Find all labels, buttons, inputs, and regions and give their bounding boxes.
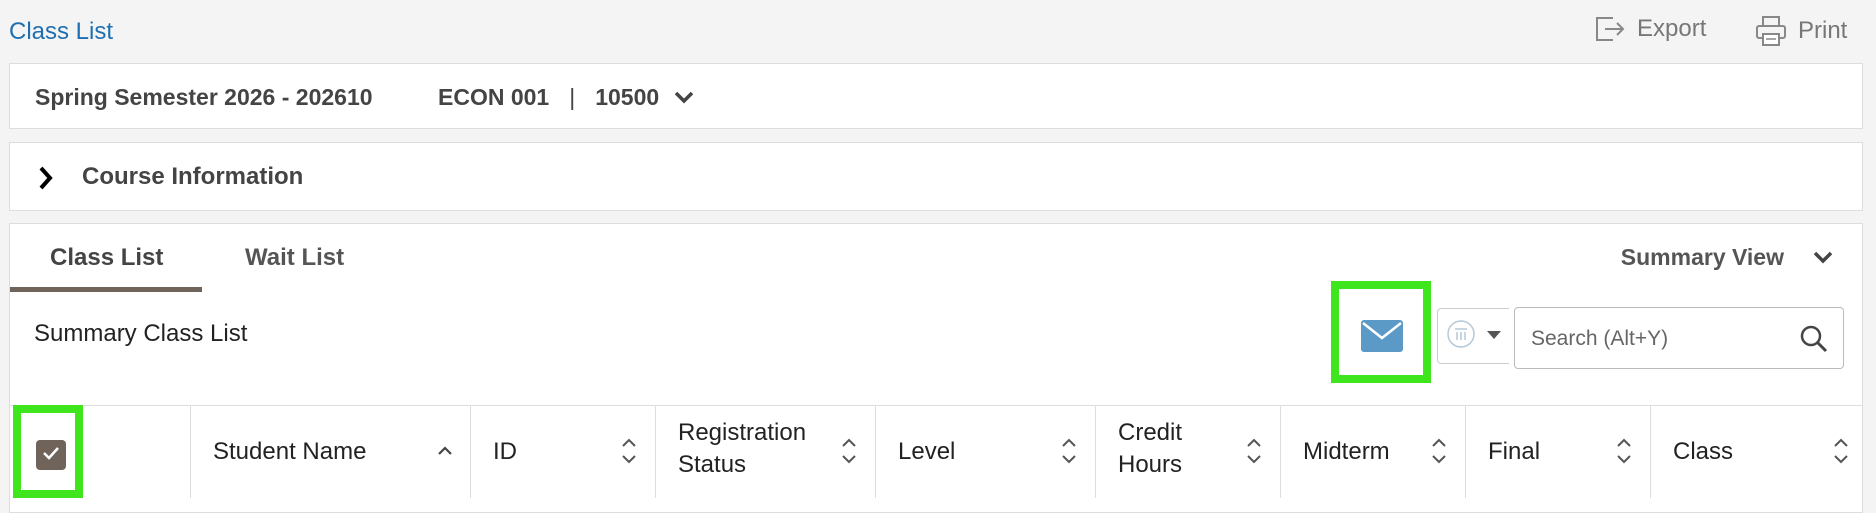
sort-icon — [1061, 436, 1077, 471]
breadcrumb-class-list[interactable]: Class List — [9, 18, 113, 46]
caret-down-icon — [1486, 327, 1502, 345]
course-crn: 10500 — [595, 84, 660, 110]
column-header-credit-hours[interactable]: Credit Hours — [1095, 406, 1280, 498]
print-label: Print — [1798, 17, 1848, 44]
search-input[interactable] — [1529, 320, 1783, 358]
term-label: Spring Semester 2026 - 202610 — [35, 84, 373, 110]
chevron-down-icon — [1812, 244, 1834, 271]
chevron-down-icon — [673, 84, 695, 111]
term-panel: Spring Semester 2026 - 202610 ECON 001 | 1… — [9, 63, 1863, 129]
course-selector[interactable]: ECON 001 | 10500 — [438, 84, 695, 111]
course-separator: | — [569, 84, 576, 110]
chevron-right-icon — [36, 165, 56, 196]
column-header-id[interactable]: ID — [470, 406, 655, 498]
top-bar: Class List Export Print — [0, 0, 1876, 62]
column-header-final[interactable]: Final — [1465, 406, 1650, 498]
select-all-checkbox[interactable] — [36, 440, 66, 470]
select-all-cell — [13, 405, 83, 498]
column-label: Credit Hours — [1118, 417, 1182, 481]
print-button[interactable]: Print — [1754, 14, 1847, 48]
course-information-panel[interactable]: Course Information — [9, 142, 1863, 211]
sort-icon — [621, 436, 637, 471]
column-label-line1: Credit — [1118, 419, 1183, 446]
column-label: Midterm — [1303, 438, 1390, 465]
column-label: ID — [493, 438, 517, 465]
envelope-icon — [1360, 319, 1404, 358]
course-information-label: Course Information — [82, 163, 304, 190]
table-header: Student Name ID Registration Status Level… — [10, 405, 1862, 498]
active-tab-indicator — [10, 287, 202, 292]
course-code: ECON 001 — [438, 84, 550, 110]
export-button[interactable]: Export — [1593, 14, 1706, 44]
column-header-level[interactable]: Level — [875, 406, 1095, 498]
tab-wait-list[interactable]: Wait List — [245, 244, 344, 272]
section-title: Summary Class List — [34, 320, 248, 347]
sort-icon — [1246, 436, 1262, 471]
search-icon[interactable] — [1799, 324, 1829, 359]
sort-ascending-icon — [437, 436, 453, 471]
sort-icon — [841, 436, 857, 471]
columns-icon — [1446, 319, 1476, 354]
column-label-line2: Status — [678, 451, 747, 478]
column-header-class[interactable]: Class — [1650, 406, 1862, 498]
column-label-line2: Hours — [1118, 451, 1183, 478]
column-label-line1: Registration — [678, 419, 807, 446]
column-header-midterm[interactable]: Midterm — [1280, 406, 1465, 498]
view-selector-label: Summary View — [1620, 244, 1784, 270]
class-list-panel: Class List Wait List Summary View Summar… — [9, 223, 1863, 513]
sort-icon — [1833, 436, 1849, 471]
column-label: Class — [1673, 438, 1734, 465]
export-icon — [1593, 14, 1627, 44]
column-label: Final — [1488, 438, 1541, 465]
column-settings-dropdown[interactable] — [1437, 308, 1509, 364]
column-header-student-name[interactable]: Student Name — [190, 406, 470, 498]
column-label: Level — [898, 438, 956, 465]
column-label: Student Name — [213, 438, 367, 465]
column-label: Registration Status — [678, 417, 806, 481]
search-box — [1514, 307, 1844, 369]
sort-icon — [1431, 436, 1447, 471]
email-button[interactable] — [1331, 281, 1431, 383]
sort-icon — [1616, 436, 1632, 471]
checkmark-icon — [42, 446, 60, 465]
column-header-registration-status[interactable]: Registration Status — [655, 406, 875, 498]
view-selector[interactable]: Summary View — [1621, 244, 1834, 271]
tab-class-list[interactable]: Class List — [50, 244, 163, 272]
printer-icon — [1754, 14, 1788, 48]
export-label: Export — [1637, 15, 1707, 42]
